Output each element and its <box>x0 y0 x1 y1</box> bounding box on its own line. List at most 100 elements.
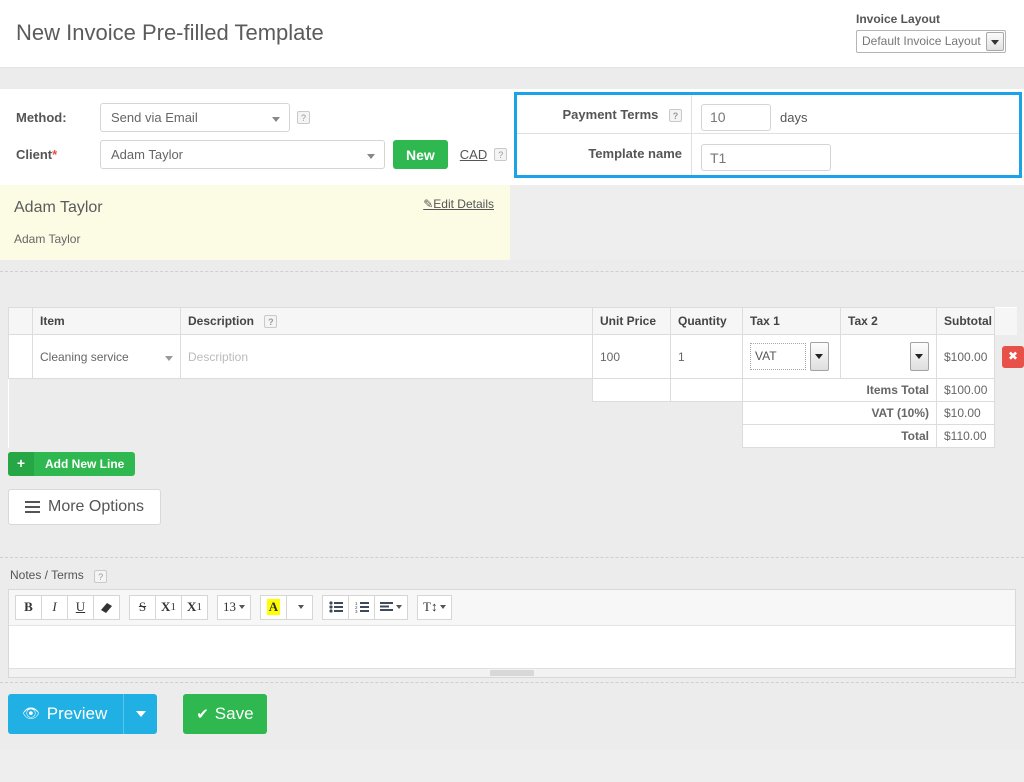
tax1-combo[interactable]: VAT <box>750 342 833 371</box>
subscript-base: X <box>187 599 196 615</box>
col-subtotal: Subtotal <box>937 308 995 335</box>
eye-icon: 👁 <box>22 705 40 722</box>
remove-format-icon[interactable] <box>93 595 120 620</box>
underline-icon[interactable]: U <box>67 595 94 620</box>
row-tax1-cell[interactable]: VAT <box>743 335 841 379</box>
bullet-list-icon[interactable] <box>322 595 349 620</box>
description-help-icon[interactable]: ? <box>264 315 277 328</box>
template-name-input[interactable] <box>701 144 831 171</box>
spacer-cell <box>33 379 181 402</box>
currency-help-icon[interactable]: ? <box>494 148 507 161</box>
method-select[interactable]: Send via Email <box>100 103 290 132</box>
table-header-row: Item Description ? Unit Price Quantity T… <box>9 308 1017 335</box>
row-unit-price-cell[interactable]: 100 <box>593 335 671 379</box>
col-tax1: Tax 1 <box>743 308 841 335</box>
new-client-button[interactable]: New <box>393 140 448 169</box>
spacer-cell <box>593 402 671 425</box>
text-color-icon[interactable]: A <box>260 595 287 620</box>
line-height-dropdown[interactable]: T↕ <box>417 595 452 620</box>
page-header: New Invoice Pre-filled Template Invoice … <box>0 0 1024 68</box>
grand-total-row: Total $110.00 <box>9 425 1017 448</box>
align-left-icon <box>380 602 393 613</box>
numbered-list-icon[interactable]: 1 2 3 <box>348 595 375 620</box>
row-description-cell[interactable]: Description <box>181 335 593 379</box>
dotted-rule <box>0 271 1024 272</box>
chevron-down-icon[interactable] <box>986 32 1004 51</box>
spacer-cell <box>33 402 181 425</box>
toolbar-group-script: S X1 X1 <box>129 595 208 620</box>
save-button[interactable]: ✔ Save <box>183 694 267 734</box>
tax1-input[interactable]: VAT <box>750 343 806 370</box>
preview-dropdown-toggle[interactable] <box>123 694 157 734</box>
item-select[interactable]: Cleaning service <box>40 350 173 364</box>
spacer-cell <box>181 425 593 448</box>
resize-grip-icon[interactable] <box>490 670 534 676</box>
page-title: New Invoice Pre-filled Template <box>16 20 324 46</box>
client-card-sub: Adam Taylor <box>14 232 510 246</box>
text-color-swatch: A <box>267 599 280 615</box>
editor-resize-bar[interactable] <box>9 668 1015 677</box>
items-total-label: Items Total <box>743 379 937 402</box>
chevron-down-icon <box>440 605 446 609</box>
invoice-layout-label: Invoice Layout <box>856 12 1006 26</box>
notes-editor-body[interactable] <box>9 626 1015 668</box>
preview-button-content: 👁 Preview <box>8 704 123 724</box>
payment-terms-help-icon[interactable]: ? <box>669 109 682 122</box>
row-tax2-cell[interactable] <box>841 335 937 379</box>
client-details-card: Adam Taylor Adam Taylor ✎Edit Details <box>0 185 510 260</box>
preview-label: Preview <box>47 704 107 724</box>
font-size-dropdown[interactable]: 13 <box>217 595 251 620</box>
row-quantity-cell[interactable]: 1 <box>671 335 743 379</box>
chevron-down-icon <box>298 605 304 609</box>
add-new-line-label: Add New Line <box>34 457 135 471</box>
vat-total-label: VAT (10%) <box>743 402 937 425</box>
tax2-input[interactable] <box>850 343 906 370</box>
delete-row-button[interactable]: ✖ <box>1002 346 1024 368</box>
page-footer: 👁 Preview ✔ Save <box>0 678 1024 750</box>
superscript-base: X <box>161 599 170 615</box>
font-size-value: 13 <box>223 599 236 615</box>
tax2-combo[interactable] <box>848 342 929 371</box>
bold-icon[interactable]: B <box>15 595 42 620</box>
payment-terms-input[interactable] <box>701 104 771 131</box>
align-dropdown[interactable] <box>374 595 408 620</box>
grand-total-label: Total <box>743 425 937 448</box>
preview-button[interactable]: 👁 Preview <box>8 694 157 734</box>
toolbar-group-lists: 1 2 3 <box>322 595 408 620</box>
spacer-cell <box>995 402 1017 425</box>
more-options-region: More Options <box>0 476 1024 562</box>
spacer-cell <box>593 425 671 448</box>
edit-details-label: Edit Details <box>433 197 494 211</box>
vat-total-value: $10.00 <box>937 402 995 425</box>
payment-terms-label: Payment Terms ? <box>517 95 692 133</box>
chevron-down-icon <box>367 154 375 159</box>
add-new-line-button[interactable]: + Add New Line <box>8 452 135 476</box>
client-value: Adam Taylor <box>111 147 183 162</box>
subscript-icon[interactable]: X1 <box>181 595 208 620</box>
spacer-cell <box>671 425 743 448</box>
strikethrough-icon[interactable]: S <box>129 595 156 620</box>
italic-icon[interactable]: I <box>41 595 68 620</box>
more-options-button[interactable]: More Options <box>8 489 161 525</box>
text-color-dropdown[interactable] <box>286 595 313 620</box>
currency-link[interactable]: CAD <box>460 147 487 162</box>
section-divider <box>0 260 1024 307</box>
method-help-icon[interactable]: ? <box>297 111 310 124</box>
row-item-cell[interactable]: Cleaning service <box>33 335 181 379</box>
plus-icon: + <box>8 452 34 476</box>
tax2-dropdown-button[interactable] <box>910 342 929 371</box>
tax1-dropdown-button[interactable] <box>810 342 829 371</box>
method-value: Send via Email <box>111 110 198 125</box>
client-select[interactable]: Adam Taylor <box>100 140 385 169</box>
row-drag-handle[interactable] <box>9 335 33 379</box>
invoice-layout-select[interactable]: Default Invoice Layout <box>856 30 1006 53</box>
items-total-row: Items Total $100.00 <box>9 379 1017 402</box>
superscript-icon[interactable]: X1 <box>155 595 182 620</box>
client-label-text: Client <box>16 147 52 162</box>
col-tax2: Tax 2 <box>841 308 937 335</box>
highlighted-template-panel: Payment Terms ? days Template name <box>514 92 1022 178</box>
notes-help-icon[interactable]: ? <box>94 570 107 583</box>
editor-toolbar: B I U S X1 X1 13 <box>9 590 1015 626</box>
template-name-row: Template name <box>517 134 1019 175</box>
edit-details-link[interactable]: ✎Edit Details <box>423 197 494 211</box>
